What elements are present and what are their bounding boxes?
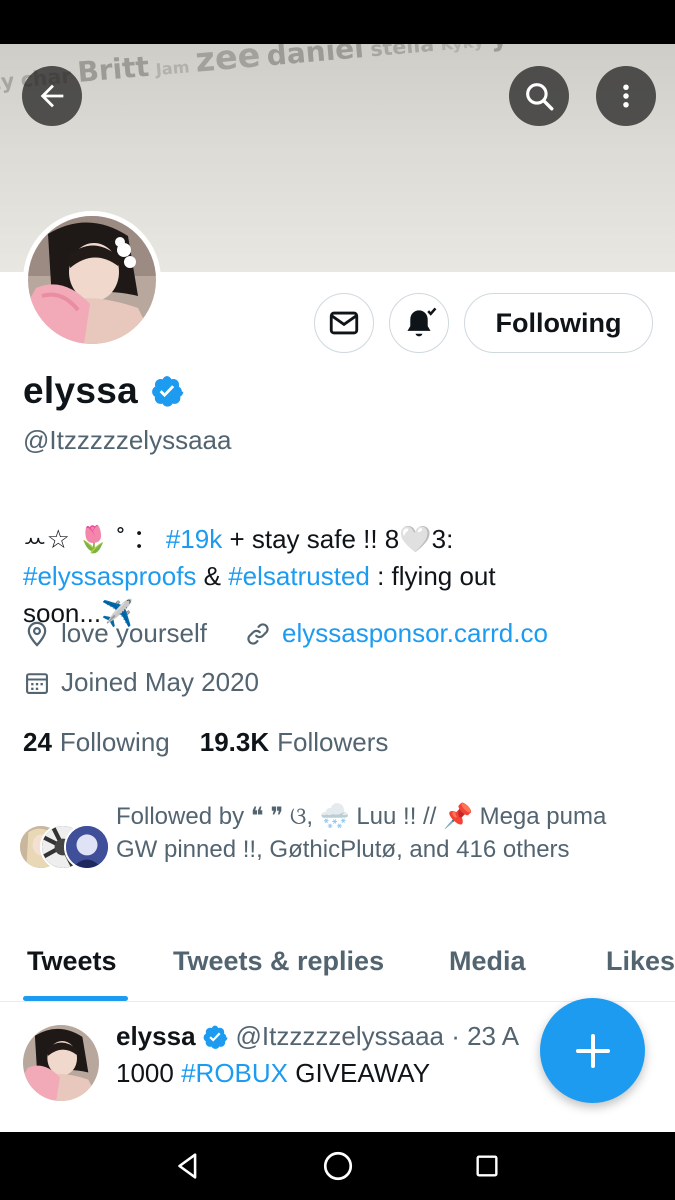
search-button[interactable] [509,66,569,126]
following-count-link[interactable]: 24 Following [23,727,170,758]
banner-word: zee [193,44,262,81]
banner-word: you [489,44,549,53]
triangle-back-icon [178,1153,197,1179]
location-text: love yourself [61,618,207,648]
bio-text: : flying out [369,561,496,591]
system-navigation-bar [0,1132,675,1200]
display-name-row: elyssa [23,370,184,412]
location-row: love yourself [23,618,207,649]
website-row[interactable]: elyssasponsor.carrd.co [244,618,548,649]
followers-label: Followers [277,727,389,757]
verified-badge-icon [203,1025,227,1049]
link-icon [247,622,269,645]
tab-likes[interactable]: Likes [606,942,675,1002]
location-pin-icon [27,621,47,647]
more-options-button[interactable] [596,66,656,126]
tweet-author-avatar[interactable] [23,1025,99,1101]
bio-line-1: ꕀ☆ 🌷 ˚ ： #19k + stay safe !! 8🤍3: [23,521,653,558]
banner-word: Britt [76,51,151,90]
hashtag-link[interactable]: #ROBUX [181,1058,288,1088]
banner-word: Izzy [0,69,16,97]
tweet-text-part: 1000 [116,1058,182,1088]
joined-row: Joined May 2020 [23,667,259,698]
circle-home-icon [323,1151,353,1181]
more-vertical-icon [623,84,629,108]
nav-back-button[interactable] [168,1146,208,1186]
bio-text: & [196,561,229,591]
bio-text: + stay safe !! 8🤍3: [222,524,454,554]
nav-recents-button[interactable] [467,1146,507,1186]
nav-home-button[interactable] [318,1146,358,1186]
calendar-icon [26,672,48,694]
hashtag-link[interactable]: #elyssasproofs [23,561,196,591]
tweet-text-part: GIVEAWAY [288,1058,431,1088]
tweet-text: 1000 #ROBUX GIVEAWAY [116,1058,430,1089]
compose-tweet-button[interactable] [540,998,645,1103]
followers-count: 19.3K [199,727,270,757]
banner-word: daniel [265,44,366,73]
tab-media[interactable]: Media [449,942,526,1002]
display-name: elyssa [23,370,138,411]
avatar [64,824,110,870]
following-button[interactable]: Following [464,293,653,353]
bio-line-2: #elyssasproofs & #elsatrusted : flying o… [23,558,653,595]
plus-icon [575,1033,610,1068]
followers-count-link[interactable]: 19.3K Followers [200,727,389,758]
followed-by-text: Followed by ❝ ❞ ଓ, 🌨️ Luu !! // 📌 Mega p… [116,803,607,863]
profile-avatar[interactable] [23,211,161,349]
tweet-author-name[interactable]: elyssa [116,1021,196,1052]
profile-handle: @Itzzzzzelyssaaa [23,425,232,455]
banner-word: cara [552,44,637,49]
banner-word: Jam [154,57,191,80]
hashtag-link[interactable]: #elsatrusted [228,561,370,591]
tweet-header: elyssa @Itzzzzzelyssaaa · 23 A [116,1021,519,1052]
bio-text: ꕀ☆ 🌷 ˚ ： [23,524,159,554]
follow-counts: 24 Following 19.3K Followers [23,727,418,758]
mutual-avatars [18,824,110,870]
tweet-meta: @Itzzzzzelyssaaa · 23 A [235,1021,520,1051]
tab-tweets[interactable]: Tweets [27,942,117,1002]
active-tab-indicator [23,996,128,1001]
search-icon [526,83,554,111]
message-button[interactable] [314,293,374,353]
joined-text: Joined May 2020 [61,667,260,697]
profile-bio: ꕀ☆ 🌷 ˚ ： #19k + stay safe !! 8🤍3: #elyss… [23,521,653,632]
avatar-photo [28,216,156,344]
status-bar [0,0,675,44]
banner-word: stella [369,44,436,62]
square-recents-icon [476,1155,498,1177]
verified-badge-icon[interactable] [150,374,184,408]
tab-tweets-replies[interactable]: Tweets & replies [173,942,384,1002]
back-button[interactable] [22,66,82,126]
banner-word: Kyky [440,44,485,55]
following-label: Following [59,727,170,757]
arrow-left-icon [40,84,64,108]
bell-check-icon [407,307,437,337]
following-count: 24 [23,727,52,757]
hashtag-link[interactable]: #19k [166,524,222,554]
website-link[interactable]: elyssasponsor.carrd.co [282,618,548,649]
profile-screen: IzzycharBrittJamzeedanielstellaKykyyouca… [0,44,675,1132]
notifications-button[interactable] [389,293,449,353]
mail-icon [329,311,359,335]
profile-tabs: Tweets Tweets & replies Media Likes [0,942,675,1002]
